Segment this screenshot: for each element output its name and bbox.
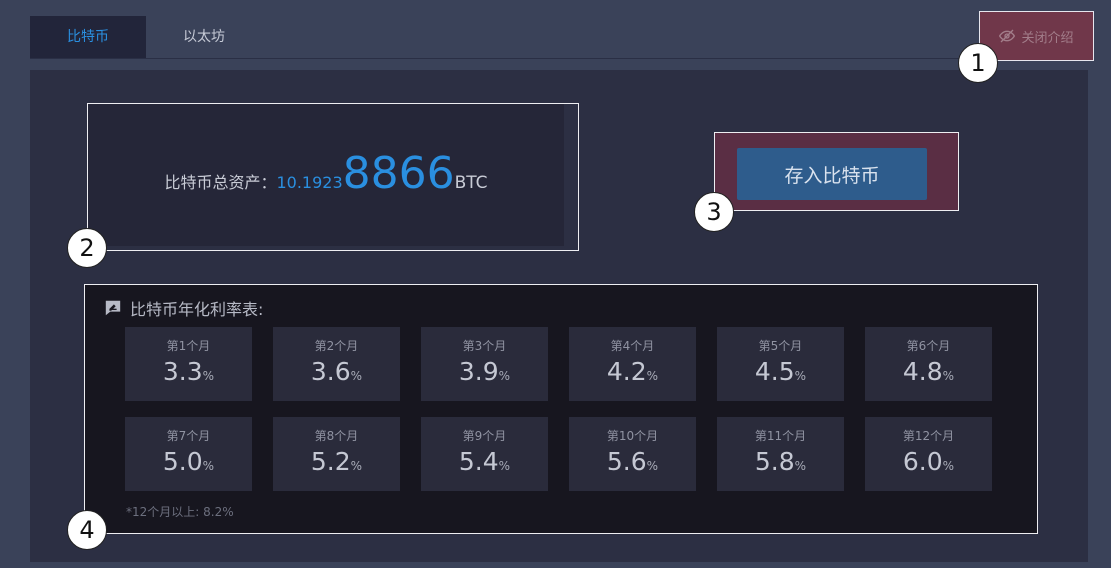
callout-marker: 3 [694,192,734,232]
rate-month-label: 第2个月 [314,339,359,353]
rate-cell-month-1: 第1个月 3.3% [125,327,252,401]
rate-month-label: 第10个月 [606,429,659,443]
rate-month-label: 第11个月 [754,429,807,443]
rate-table-title-text: 比特币年化利率表: [130,300,264,319]
rate-table-panel [84,284,1038,534]
rate-value: 4.5 [754,357,795,386]
close-intro-button[interactable]: 关闭介绍 [979,11,1094,61]
rate-value: 4.2 [606,357,647,386]
rate-footnote: *12个月以上: 8.2% [126,505,234,519]
rate-percent-sign: % [794,459,807,473]
rate-value: 3.9 [458,357,499,386]
rate-cell-month-8: 第8个月 5.2% [273,417,400,491]
rate-percent-sign: % [350,369,363,383]
rate-cell-month-12: 第12个月 6.0% [865,417,992,491]
rate-percent-sign: % [646,369,659,383]
tab-bitcoin[interactable]: 比特币 [30,16,146,58]
rate-percent-sign: % [794,369,807,383]
rate-value: 5.4 [458,447,499,476]
callout-marker: 1 [958,43,998,83]
rate-percent-sign: % [646,459,659,473]
rate-table-title: 比特币年化利率表: [104,296,263,320]
rate-cell-month-11: 第11个月 5.8% [717,417,844,491]
rate-percent-sign: % [350,459,363,473]
callout-marker: 2 [67,228,107,268]
rate-value: 5.0 [162,447,203,476]
rate-cell-month-9: 第9个月 5.4% [421,417,548,491]
rate-value: 6.0 [902,447,943,476]
rate-percent-sign: % [202,459,215,473]
tab-ethereum[interactable]: 以太坊 [146,16,262,58]
rate-cell-month-6: 第6个月 4.8% [865,327,992,401]
rate-month-label: 第1个月 [166,339,211,353]
callout-marker: 4 [67,510,107,550]
rate-cell-month-4: 第4个月 4.2% [569,327,696,401]
rate-cell-month-7: 第7个月 5.0% [125,417,252,491]
rate-month-label: 第8个月 [314,429,359,443]
rate-month-label: 第12个月 [902,429,955,443]
rate-month-label: 第7个月 [166,429,211,443]
rate-percent-sign: % [498,459,511,473]
rate-month-label: 第5个月 [758,339,803,353]
rate-cell-month-5: 第5个月 4.5% [717,327,844,401]
rate-value: 3.6 [310,357,351,386]
rate-cell-month-10: 第10个月 5.6% [569,417,696,491]
rate-percent-sign: % [498,369,511,383]
chat-edit-icon [105,300,121,316]
asset-card-highlight [87,103,579,251]
rate-month-label: 第3个月 [462,339,507,353]
rate-month-label: 第6个月 [906,339,951,353]
rate-cell-month-3: 第3个月 3.9% [421,327,548,401]
rate-month-label: 第9个月 [462,429,507,443]
rate-percent-sign: % [942,369,955,383]
rate-value: 3.3 [162,357,203,386]
close-intro-label: 关闭介绍 [1021,30,1074,46]
rate-value: 5.8 [754,447,795,476]
rate-percent-sign: % [202,369,215,383]
rate-cell-month-2: 第2个月 3.6% [273,327,400,401]
deposit-bitcoin-button[interactable]: 存入比特币 [737,148,927,200]
rate-month-label: 第4个月 [610,339,655,353]
rate-value: 4.8 [902,357,943,386]
rate-value: 5.6 [606,447,647,476]
eye-slash-icon [999,29,1016,43]
rate-percent-sign: % [942,459,955,473]
tab-divider [30,58,1088,59]
rate-value: 5.2 [310,447,351,476]
currency-tabs: 比特币 以太坊 [30,16,262,58]
